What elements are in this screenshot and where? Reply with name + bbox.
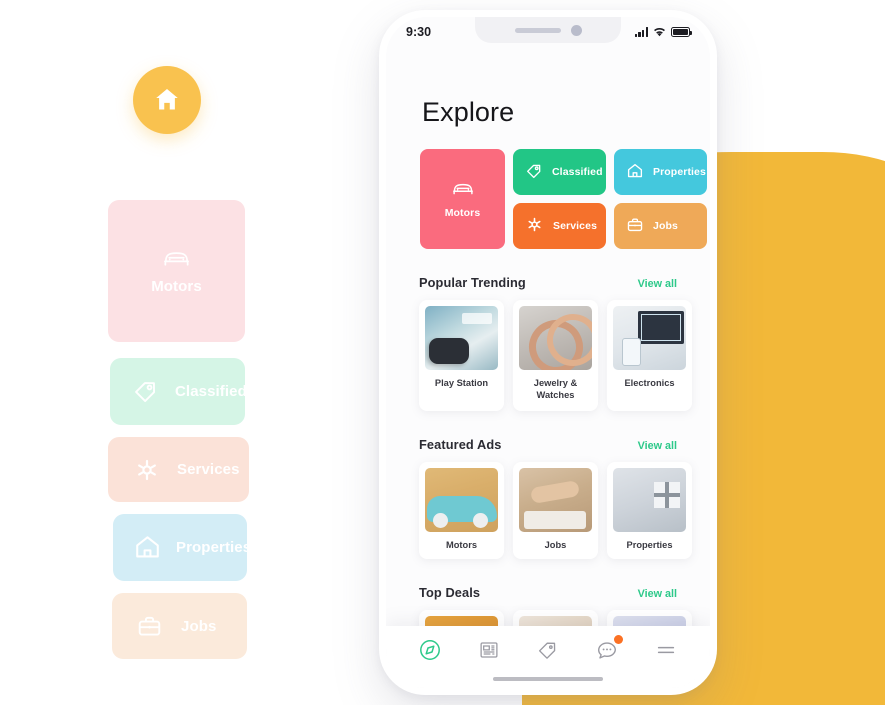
tile-caption: Play Station xyxy=(434,378,489,388)
phone-screen: 9:30 Explore Motors Classified Propertie… xyxy=(386,17,710,688)
wifi-icon xyxy=(654,28,665,37)
news-icon xyxy=(480,642,498,658)
view-all-link[interactable]: View all xyxy=(638,588,677,600)
sidebar-item-label: Properties xyxy=(176,539,252,556)
thumbnail xyxy=(613,306,686,370)
car-icon xyxy=(450,180,476,200)
nav-item-chat[interactable] xyxy=(590,633,624,667)
tile-caption: Jobs xyxy=(544,539,567,550)
tile-caption: Electronics xyxy=(624,378,675,388)
section-title: Popular Trending xyxy=(419,275,526,290)
scroll-area[interactable]: Explore Motors Classified Properties Ser… xyxy=(386,47,710,688)
house-icon xyxy=(133,533,162,562)
category-card-jobs[interactable]: Jobs xyxy=(614,203,707,249)
signal-bars-icon xyxy=(634,27,648,37)
tile-caption: Properties xyxy=(626,539,673,550)
briefcase-icon xyxy=(136,613,163,640)
left-panel: Motors Classified Services Properties Jo… xyxy=(0,0,330,705)
list-item[interactable]: Properties xyxy=(607,461,692,560)
card-row-popular-trending: Play Station Jewelry & Watches Electroni… xyxy=(386,290,710,411)
category-label: Classified xyxy=(552,166,603,178)
status-icons xyxy=(634,27,693,37)
status-time: 9:30 xyxy=(406,25,432,39)
section-header-popular-trending: Popular Trending View all xyxy=(386,249,710,290)
briefcase-icon xyxy=(626,216,644,237)
sidebar-item-label: Motors xyxy=(151,278,202,295)
sidebar-item-label: Classified xyxy=(175,383,247,400)
house-icon xyxy=(626,162,644,183)
thumbnail xyxy=(425,467,498,532)
screenshot-root: Motors Classified Services Properties Jo… xyxy=(0,0,885,705)
tag-icon xyxy=(539,642,556,659)
category-label: Properties xyxy=(653,166,706,178)
tile-caption: Motors xyxy=(446,539,477,550)
nav-item-tags[interactable] xyxy=(531,633,565,667)
section-title: Featured Ads xyxy=(419,436,502,452)
thumbnail xyxy=(519,467,592,532)
category-label: Jobs xyxy=(653,220,678,232)
thumbnail xyxy=(425,306,498,370)
sidebar-item-label: Services xyxy=(177,461,240,478)
section-title: Top Deals xyxy=(419,585,481,601)
battery-full-icon xyxy=(671,27,693,37)
sidebar-item-classified[interactable]: Classified xyxy=(110,358,247,425)
sidebar-item-services[interactable]: Services xyxy=(108,437,249,502)
category-card-motors[interactable]: Motors xyxy=(420,149,505,249)
home-indicator xyxy=(493,677,603,681)
thumbnail xyxy=(519,306,592,370)
tag-icon xyxy=(525,162,543,183)
category-card-services[interactable]: Services xyxy=(513,203,606,249)
category-label: Motors xyxy=(444,206,481,219)
list-item[interactable]: Motors xyxy=(419,461,504,560)
earpiece-speaker xyxy=(514,27,561,33)
nav-item-menu[interactable] xyxy=(649,633,683,667)
view-all-link[interactable]: View all xyxy=(638,440,677,452)
list-item[interactable]: Jobs xyxy=(513,461,598,560)
chat-unread-badge xyxy=(614,635,624,644)
view-all-link[interactable]: View all xyxy=(638,278,677,290)
section-header-featured-ads: Featured Ads View all xyxy=(386,411,710,452)
sidebar-item-jobs[interactable]: Jobs xyxy=(112,593,247,659)
category-card-classified[interactable]: Classified xyxy=(513,149,606,195)
category-label: Services xyxy=(553,220,598,232)
nav-item-explore[interactable] xyxy=(413,633,447,667)
category-card-properties[interactable]: Properties xyxy=(614,149,707,195)
sidebar-item-motors[interactable]: Motors xyxy=(108,200,245,342)
card-row-featured-ads: Motors Jobs Properties xyxy=(386,452,710,560)
list-item[interactable]: Play Station xyxy=(419,300,504,411)
front-camera xyxy=(570,24,582,36)
nav-item-news[interactable] xyxy=(472,633,506,667)
sidebar-item-label: Jobs xyxy=(181,617,217,635)
list-item[interactable]: Jewelry & Watches xyxy=(513,300,598,411)
thumbnail xyxy=(613,467,686,532)
wrench-gear-icon xyxy=(525,215,544,237)
compass-icon xyxy=(419,640,440,660)
phone-mockup: 9:30 Explore Motors Classified Propertie… xyxy=(379,10,717,695)
sidebar-item-properties[interactable]: Properties xyxy=(113,514,251,581)
category-grid: Motors Classified Properties Services Jo… xyxy=(386,128,710,249)
phone-notch xyxy=(475,17,621,43)
home-badge-button[interactable] xyxy=(133,66,201,134)
menu-icon xyxy=(658,646,675,654)
tag-icon xyxy=(132,378,159,405)
section-header-top-deals: Top Deals View all xyxy=(386,559,710,600)
home-icon xyxy=(156,89,178,110)
car-icon xyxy=(161,247,192,269)
page-title: Explore xyxy=(422,97,515,127)
wrench-gear-icon xyxy=(133,456,161,484)
list-item[interactable]: Electronics xyxy=(607,300,692,411)
tile-caption: Jewelry & Watches xyxy=(533,378,578,401)
